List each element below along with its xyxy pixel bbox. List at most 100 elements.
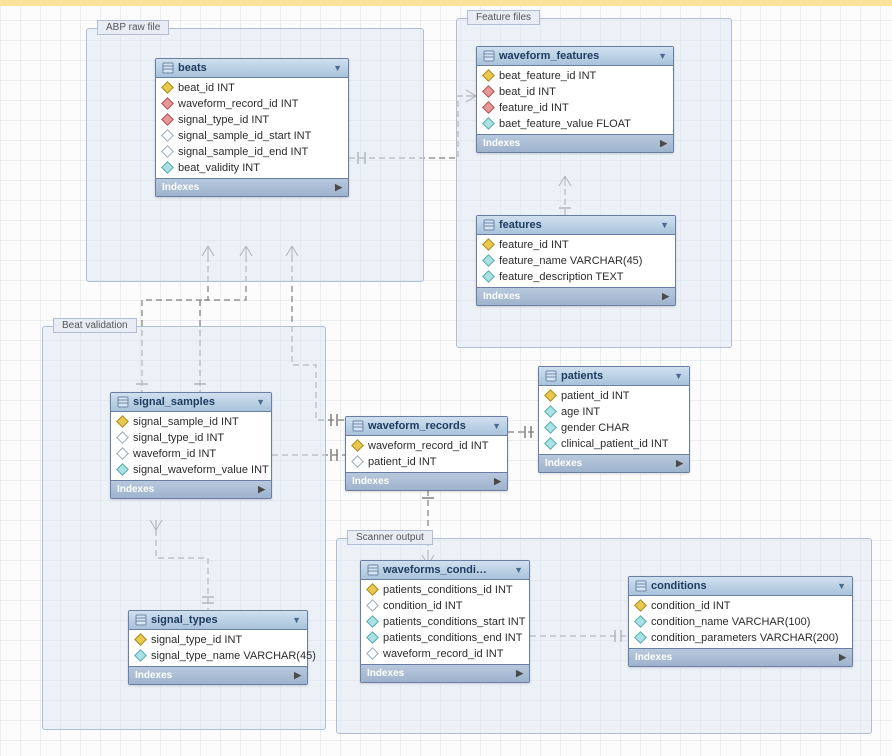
- table-header[interactable]: beats ▼: [156, 59, 348, 78]
- indexes-section[interactable]: Indexes▶: [477, 287, 675, 305]
- columns: signal_sample_id INT signal_type_id INT …: [111, 412, 271, 480]
- table-title: waveform_records: [368, 420, 466, 432]
- table-icon: [162, 62, 174, 74]
- table-header[interactable]: features ▼: [477, 216, 675, 235]
- chevron-down-icon: ▼: [674, 371, 683, 381]
- table-header[interactable]: waveform_features ▼: [477, 47, 673, 66]
- table-beats[interactable]: beats ▼ beat_id INT waveform_record_id I…: [155, 58, 349, 197]
- table-title: waveforms_condi…: [383, 564, 487, 576]
- table-header[interactable]: signal_samples ▼: [111, 393, 271, 412]
- fk-icon: [483, 103, 493, 113]
- attr-icon: [162, 147, 172, 157]
- table-conditions[interactable]: conditions ▼ condition_id INT condition_…: [628, 576, 853, 667]
- table-waveform-records[interactable]: waveform_records ▼ waveform_record_id IN…: [345, 416, 508, 491]
- table-header[interactable]: conditions ▼: [629, 577, 852, 596]
- group-label: Beat validation: [53, 318, 137, 333]
- chevron-down-icon: ▼: [333, 63, 342, 73]
- attr-icon: [117, 465, 127, 475]
- table-icon: [483, 50, 495, 62]
- indexes-section[interactable]: Indexes▶: [156, 178, 348, 196]
- attr-icon: [135, 651, 145, 661]
- table-icon: [352, 420, 364, 432]
- table-patients[interactable]: patients ▼ patient_id INT age INT gender…: [538, 366, 690, 473]
- attr-icon: [367, 633, 377, 643]
- pk-icon: [135, 635, 145, 645]
- column: feature_description TEXT: [477, 269, 675, 285]
- attr-icon: [483, 272, 493, 282]
- attr-icon: [162, 131, 172, 141]
- table-title: signal_types: [151, 614, 218, 626]
- columns: beat_feature_id INT beat_id INT feature_…: [477, 66, 673, 134]
- columns: condition_id INT condition_name VARCHAR(…: [629, 596, 852, 648]
- pk-icon: [117, 417, 127, 427]
- pk-icon: [367, 585, 377, 595]
- expand-icon: ▶: [660, 138, 667, 149]
- expand-icon: ▶: [258, 484, 265, 495]
- table-waveforms-conditions[interactable]: waveforms_condi… ▼ patients_conditions_i…: [360, 560, 530, 683]
- columns: patients_conditions_id INT condition_id …: [361, 580, 529, 664]
- table-header[interactable]: waveforms_condi… ▼: [361, 561, 529, 580]
- expand-icon: ▶: [676, 458, 683, 469]
- expand-icon: ▶: [494, 476, 501, 487]
- indexes-section[interactable]: Indexes▶: [477, 134, 673, 152]
- table-header[interactable]: waveform_records ▼: [346, 417, 507, 436]
- indexes-section[interactable]: Indexes▶: [361, 664, 529, 682]
- column: feature_id INT: [477, 237, 675, 253]
- column: beat_validity INT: [156, 160, 348, 176]
- pk-icon: [162, 83, 172, 93]
- columns: waveform_record_id INT patient_id INT: [346, 436, 507, 472]
- fk-icon: [483, 87, 493, 97]
- pk-icon: [635, 601, 645, 611]
- column: gender CHAR: [539, 420, 689, 436]
- column: feature_id INT: [477, 100, 673, 116]
- fk-icon: [162, 99, 172, 109]
- table-header[interactable]: patients ▼: [539, 367, 689, 386]
- pk-icon: [352, 441, 362, 451]
- expand-icon: ▶: [294, 670, 301, 681]
- column: condition_id INT: [361, 598, 529, 614]
- column: signal_sample_id_start INT: [156, 128, 348, 144]
- indexes-section[interactable]: Indexes▶: [539, 454, 689, 472]
- indexes-section[interactable]: Indexes▶: [111, 480, 271, 498]
- group-label: ABP raw file: [97, 20, 169, 35]
- indexes-section[interactable]: Indexes▶: [129, 666, 307, 684]
- window-top-strip: [0, 0, 892, 6]
- column: patient_id INT: [346, 454, 507, 470]
- chevron-down-icon: ▼: [492, 421, 501, 431]
- column: waveform_record_id INT: [156, 96, 348, 112]
- attr-icon: [545, 439, 555, 449]
- table-header[interactable]: signal_types ▼: [129, 611, 307, 630]
- column: beat_id INT: [477, 84, 673, 100]
- column: feature_name VARCHAR(45): [477, 253, 675, 269]
- pk-icon: [483, 240, 493, 250]
- indexes-section[interactable]: Indexes▶: [629, 648, 852, 666]
- table-title: patients: [561, 370, 603, 382]
- columns: beat_id INT waveform_record_id INT signa…: [156, 78, 348, 178]
- table-features[interactable]: features ▼ feature_id INT feature_name V…: [476, 215, 676, 306]
- indexes-section[interactable]: Indexes▶: [346, 472, 507, 490]
- pk-icon: [483, 71, 493, 81]
- table-title: beats: [178, 62, 207, 74]
- column: signal_type_id INT: [156, 112, 348, 128]
- column: waveform_id INT: [111, 446, 271, 462]
- table-signal-samples[interactable]: signal_samples ▼ signal_sample_id INT si…: [110, 392, 272, 499]
- column: age INT: [539, 404, 689, 420]
- table-icon: [545, 370, 557, 382]
- attr-icon: [483, 256, 493, 266]
- chevron-down-icon: ▼: [292, 615, 301, 625]
- fk-icon: [162, 115, 172, 125]
- attr-icon: [483, 119, 493, 129]
- chevron-down-icon: ▼: [658, 51, 667, 61]
- expand-icon: ▶: [662, 291, 669, 302]
- table-title: features: [499, 219, 542, 231]
- table-waveform-features[interactable]: waveform_features ▼ beat_feature_id INT …: [476, 46, 674, 153]
- expand-icon: ▶: [839, 652, 846, 663]
- attr-icon: [367, 601, 377, 611]
- column: signal_sample_id INT: [111, 414, 271, 430]
- column: signal_type_name VARCHAR(45): [129, 648, 307, 664]
- table-title: waveform_features: [499, 50, 599, 62]
- column: signal_waveform_value INT: [111, 462, 271, 478]
- pk-icon: [545, 391, 555, 401]
- table-signal-types[interactable]: signal_types ▼ signal_type_id INT signal…: [128, 610, 308, 685]
- chevron-down-icon: ▼: [256, 397, 265, 407]
